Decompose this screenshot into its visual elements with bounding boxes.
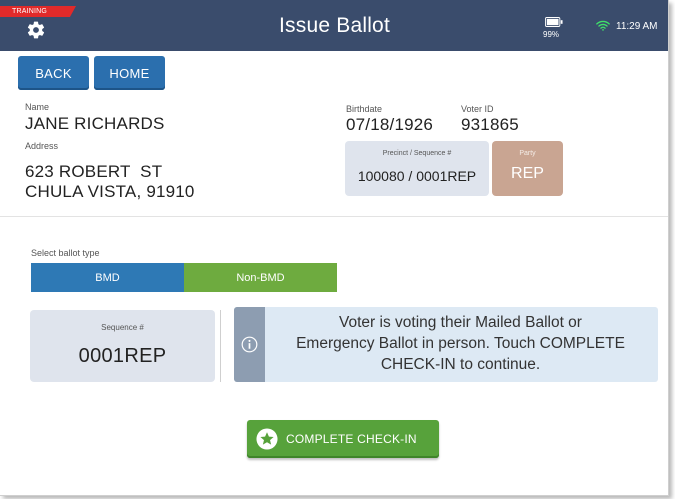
- star-icon: [256, 428, 278, 450]
- voter-id-value: 931865: [461, 115, 519, 134]
- battery-icon: [545, 17, 563, 27]
- precinct-value: 100080 / 0001REP: [357, 168, 477, 184]
- ballot-type-bmd[interactable]: BMD: [31, 263, 184, 292]
- address-line-2: CHULA VISTA, 91910: [25, 182, 195, 201]
- birthdate-label: Birthdate: [346, 104, 383, 114]
- ballot-type-non-bmd[interactable]: Non-BMD: [184, 263, 337, 292]
- party-card: Party REP: [492, 141, 563, 196]
- info-message-line-1: Voter is voting their Mailed Ballot or: [339, 314, 582, 331]
- battery-percent: 99%: [543, 30, 560, 39]
- precinct-label: Precinct / Sequence #: [382, 150, 452, 157]
- voter-id-label: Voter ID: [461, 104, 494, 114]
- precinct-card: Precinct / Sequence # 100080 / 0001REP: [345, 141, 489, 196]
- complete-check-in-button[interactable]: COMPLETE CHECK-IN: [247, 420, 439, 458]
- vertical-divider: [220, 310, 221, 382]
- sequence-label: Sequence #: [101, 323, 144, 332]
- complete-check-in-label: COMPLETE CHECK-IN: [286, 432, 417, 446]
- sequence-value: 0001REP: [78, 345, 167, 367]
- birthdate-value: 07/18/1926: [346, 115, 434, 134]
- app-window: TRAINING Issue Ballot 99% 11:29 AM BACK …: [0, 0, 669, 496]
- party-value: REP: [511, 165, 544, 182]
- party-label: Party: [519, 150, 536, 157]
- name-label: Name: [25, 102, 50, 112]
- info-message-sidebar: [234, 307, 265, 382]
- info-message-text: Voter is voting their Mailed Ballot or E…: [267, 312, 654, 375]
- back-button[interactable]: BACK: [18, 56, 89, 90]
- battery-status: 99%: [543, 17, 577, 39]
- clock-time: 11:29 AM: [616, 21, 658, 32]
- voter-name: JANE RICHARDS: [25, 114, 165, 133]
- section-divider: [0, 216, 668, 217]
- address-line-1: 623 ROBERT ST: [25, 162, 163, 181]
- info-message: Voter is voting their Mailed Ballot or E…: [234, 307, 658, 382]
- home-button[interactable]: HOME: [94, 56, 165, 90]
- info-message-line-3: CHECK-IN to continue.: [380, 356, 541, 373]
- ballot-type-label: Select ballot type: [31, 248, 100, 258]
- wifi-icon: [596, 20, 610, 31]
- info-icon: [241, 336, 258, 353]
- info-message-line-2: Emergency Ballot in person. Touch COMPLE…: [296, 335, 625, 352]
- sequence-box: Sequence # 0001REP: [30, 310, 215, 382]
- header-bar: TRAINING Issue Ballot 99% 11:29 AM: [0, 0, 668, 51]
- address-label: Address: [25, 141, 59, 151]
